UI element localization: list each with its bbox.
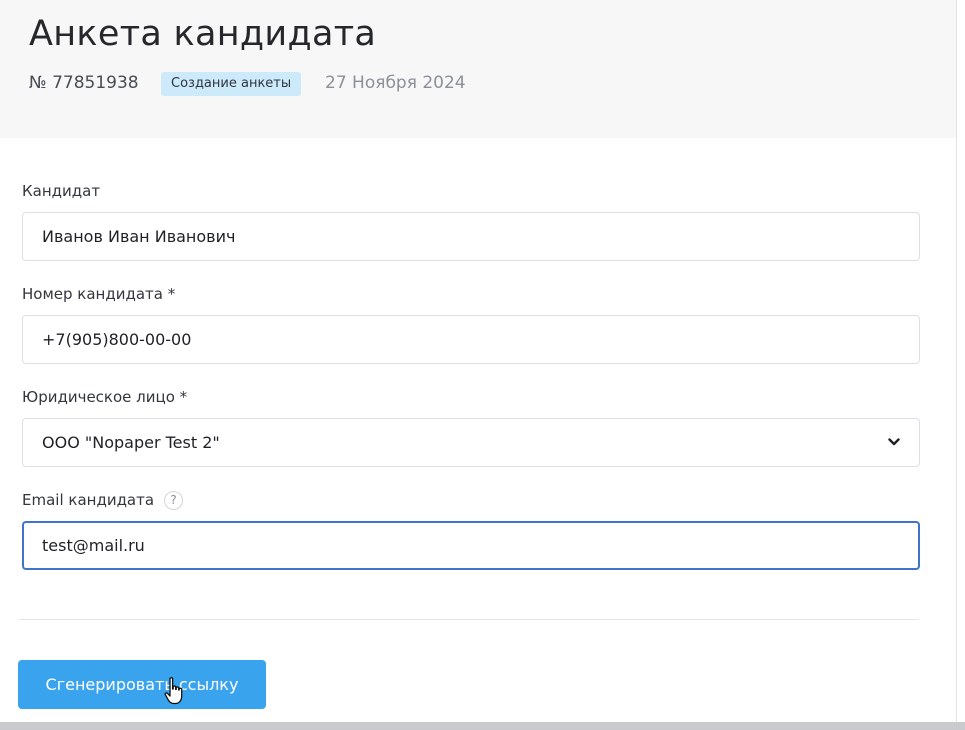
email-label-row: Email кандидата? <box>22 491 184 510</box>
hand-cursor-icon <box>164 677 183 705</box>
form-divider <box>19 619 919 620</box>
phone-input[interactable]: +7(905)800-00-00 <box>22 315 920 364</box>
phone-value: +7(905)800-00-00 <box>42 330 192 349</box>
phone-label: Номер кандидата * <box>22 285 176 303</box>
help-icon[interactable]: ? <box>164 491 184 510</box>
form-number: № 77851938 <box>29 73 139 93</box>
status-badge: Создание анкеты <box>161 72 302 96</box>
email-label: Email кандидата <box>22 491 155 509</box>
legal-entity-value: ООО "Nopaper Test 2" <box>42 433 220 452</box>
email-value: test@mail.ru <box>42 536 145 555</box>
candidate-name-input[interactable]: Иванов Иван Иванович <box>22 212 920 261</box>
generate-link-button[interactable]: Сгенерировать ссылку <box>18 660 266 709</box>
form-date: 27 Ноября 2024 <box>325 73 466 93</box>
candidate-label: Кандидат <box>22 182 101 200</box>
legal-entity-label: Юридическое лицо * <box>22 388 188 406</box>
page-header: Анкета кандидата № 77851938 Создание анк… <box>0 0 956 138</box>
bottom-edge-bar <box>0 722 965 730</box>
email-input[interactable]: test@mail.ru <box>22 521 920 570</box>
candidate-name-value: Иванов Иван Иванович <box>42 227 236 246</box>
legal-entity-select[interactable]: ООО "Nopaper Test 2" <box>22 418 920 467</box>
chevron-down-icon <box>888 438 900 446</box>
candidate-form-page: Анкета кандидата № 77851938 Создание анк… <box>0 0 965 730</box>
scrollbar[interactable] <box>956 0 965 730</box>
page-title: Анкета кандидата <box>29 14 377 54</box>
